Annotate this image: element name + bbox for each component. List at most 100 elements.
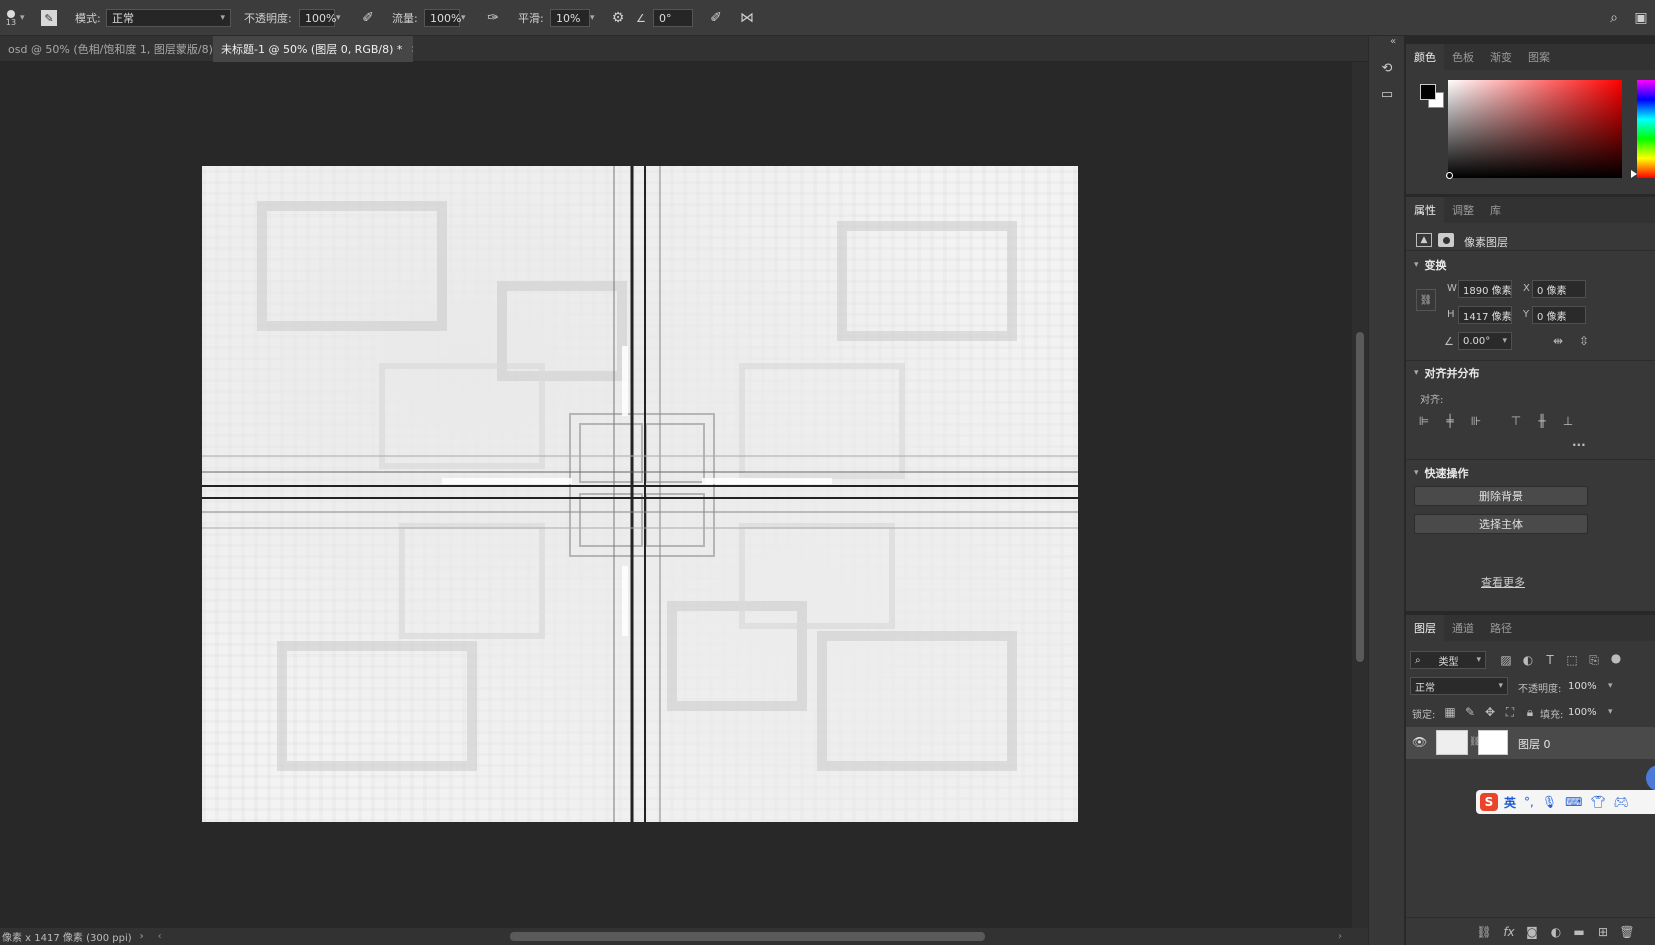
microphone-icon[interactable]: 🎙︎ [1542,795,1557,809]
more-options-icon[interactable]: ... [1572,435,1586,449]
link-dimensions-icon[interactable]: ⛓ [1416,289,1436,311]
height-input[interactable]: 1417 像素 [1458,306,1512,324]
filter-adjustment-icon[interactable]: ◐ [1520,652,1536,668]
align-horizontal-center-icon[interactable]: ╪ [1442,413,1458,429]
align-section-header[interactable]: ▾ 对齐并分布 [1414,365,1480,381]
floating-assistant-button[interactable] [1646,765,1655,791]
adjustment-layer-icon[interactable]: ◐ [1548,924,1564,940]
tab-document-osd[interactable]: osd @ 50% (色相/饱和度 1, 图层蒙版/8) × [0,36,212,62]
search-icon[interactable]: ⌕ [1603,0,1625,36]
align-top-icon[interactable]: ⊤ [1508,413,1524,429]
close-icon[interactable]: × [410,44,413,55]
sogou-logo-icon[interactable]: S [1480,793,1498,811]
filter-type-icon[interactable]: T [1542,652,1558,668]
brush-preset-chevron-icon[interactable]: ▾ [20,0,32,36]
quick-actions-section-header[interactable]: ▾ 快速操作 [1414,465,1469,481]
lock-transparent-icon[interactable]: ▦ [1442,704,1458,720]
fill-chevron-icon[interactable]: ▾ [1608,707,1613,717]
skin-shirt-icon[interactable]: 👕︎ [1590,795,1605,809]
tab-paths[interactable]: 路径 [1482,615,1520,641]
flow-chevron-icon[interactable]: ▾ [461,0,473,36]
tab-swatches[interactable]: 色板 [1444,44,1482,70]
horizontal-scroll-thumb[interactable] [510,932,985,941]
filter-pixel-icon[interactable]: ▨ [1498,652,1514,668]
vertical-scroll-thumb[interactable] [1356,332,1364,662]
width-input[interactable]: 1890 像素 [1458,280,1512,298]
collapse-panels-icon[interactable]: « [1390,36,1396,47]
foreground-color-swatch[interactable] [1420,84,1436,100]
opacity-input[interactable]: 100% [299,9,336,27]
see-more-link[interactable]: 查看更多 [1481,574,1525,590]
chevron-right-icon[interactable]: › [140,931,144,942]
flow-input[interactable]: 100% [424,9,461,27]
tab-document-untitled[interactable]: 未标题-1 @ 50% (图层 0, RGB/8) * × [213,36,413,62]
symmetry-butterfly-icon[interactable]: ⋈ [736,0,758,36]
ime-language-toggle[interactable]: 英 [1504,794,1516,811]
angle-input[interactable]: 0° [653,9,693,27]
lock-pixels-icon[interactable]: ✎ [1462,704,1478,720]
filter-shape-icon[interactable]: ⬚ [1564,652,1580,668]
fx-icon[interactable]: fx [1501,924,1517,940]
layer-mask-icon[interactable] [1438,233,1454,247]
align-right-icon[interactable]: ⊪ [1468,413,1484,429]
lock-all-icon[interactable]: 🔒︎ [1522,704,1538,720]
blend-mode-select[interactable]: 正常 ▾ [1410,677,1508,695]
tab-channels[interactable]: 通道 [1444,615,1482,641]
smooth-input[interactable]: 10% [550,9,590,27]
y-input[interactable]: 0 像素 [1532,306,1586,324]
punctuation-icon[interactable]: °, [1524,795,1534,809]
color-picker-cursor[interactable] [1446,172,1453,179]
tab-properties[interactable]: 属性 [1406,197,1444,223]
flip-horizontal-icon[interactable]: ⇹ [1550,333,1566,349]
tab-adjustments[interactable]: 调整 [1444,197,1482,223]
align-bottom-icon[interactable]: ⊥ [1560,413,1576,429]
align-vertical-center-icon[interactable]: ╫ [1534,413,1550,429]
mode-select[interactable]: 正常 ▾ [106,9,231,27]
history-icon[interactable]: ⟲ [1377,58,1397,78]
vertical-scrollbar[interactable] [1352,62,1368,928]
tab-layers[interactable]: 图层 [1406,615,1444,641]
layer-filter-select[interactable]: ⌕ 类型 ▾ [1410,651,1486,669]
pressure-size-icon[interactable]: ✐ [705,0,727,36]
link-layers-icon[interactable]: ⛓ [1476,924,1492,940]
hue-slider[interactable] [1637,80,1655,178]
flip-vertical-icon[interactable]: ⇳ [1576,333,1592,349]
pressure-opacity-icon[interactable]: ✐ [357,0,379,36]
tab-color[interactable]: 颜色 [1406,44,1444,70]
layer-name[interactable]: 图层 0 [1518,736,1551,752]
tab-patterns[interactable]: 图案 [1520,44,1558,70]
gear-icon[interactable]: ⚙ [607,0,629,36]
x-input[interactable]: 0 像素 [1532,280,1586,298]
new-group-icon[interactable]: ▬ [1571,924,1587,940]
color-saturation-field[interactable] [1448,80,1622,178]
rotation-input[interactable]: 0.00° ▾ [1458,332,1512,350]
lock-position-icon[interactable]: ✥ [1482,704,1498,720]
tab-libraries[interactable]: 库 [1482,197,1509,223]
document-canvas[interactable] [202,166,1078,822]
add-mask-icon[interactable]: ◙ [1524,924,1540,940]
layer-row[interactable]: 👁︎ ⛓ 图层 0 [1406,727,1655,759]
opacity-chevron-icon[interactable]: ▾ [336,0,348,36]
gamepad-icon[interactable]: 🎮︎ [1614,795,1629,809]
scroll-right-icon[interactable]: › [1338,931,1342,942]
eye-icon[interactable]: 👁︎ [1412,735,1427,749]
layer-opacity-chevron-icon[interactable]: ▾ [1608,681,1613,691]
remove-background-button[interactable]: 删除背景 [1414,486,1588,506]
scroll-left-icon[interactable]: ‹ [158,931,162,942]
transform-section-header[interactable]: ▾ 变换 [1414,257,1447,273]
workspace-icon[interactable]: ▣ [1630,0,1652,36]
layer-opacity-input[interactable]: 100% [1564,677,1604,695]
fill-input[interactable]: 100% [1564,703,1604,721]
document-info[interactable]: 像素 x 1417 像素 (300 ppi) [2,929,132,944]
hue-slider-handle[interactable] [1631,170,1637,178]
align-left-icon[interactable]: ⊫ [1416,413,1432,429]
filter-toggle-icon[interactable]: ● [1608,650,1624,666]
trash-icon[interactable]: 🗑︎ [1619,924,1635,940]
smooth-chevron-icon[interactable]: ▾ [590,0,602,36]
new-layer-icon[interactable]: ⊞ [1595,924,1611,940]
lock-artboard-icon[interactable]: ⛶ [1502,704,1518,720]
keyboard-icon[interactable]: ⌨ [1565,795,1582,809]
layer-mask-thumbnail[interactable] [1478,730,1508,755]
comment-icon[interactable]: ▭ [1377,84,1397,104]
canvas-area[interactable] [0,62,1352,928]
